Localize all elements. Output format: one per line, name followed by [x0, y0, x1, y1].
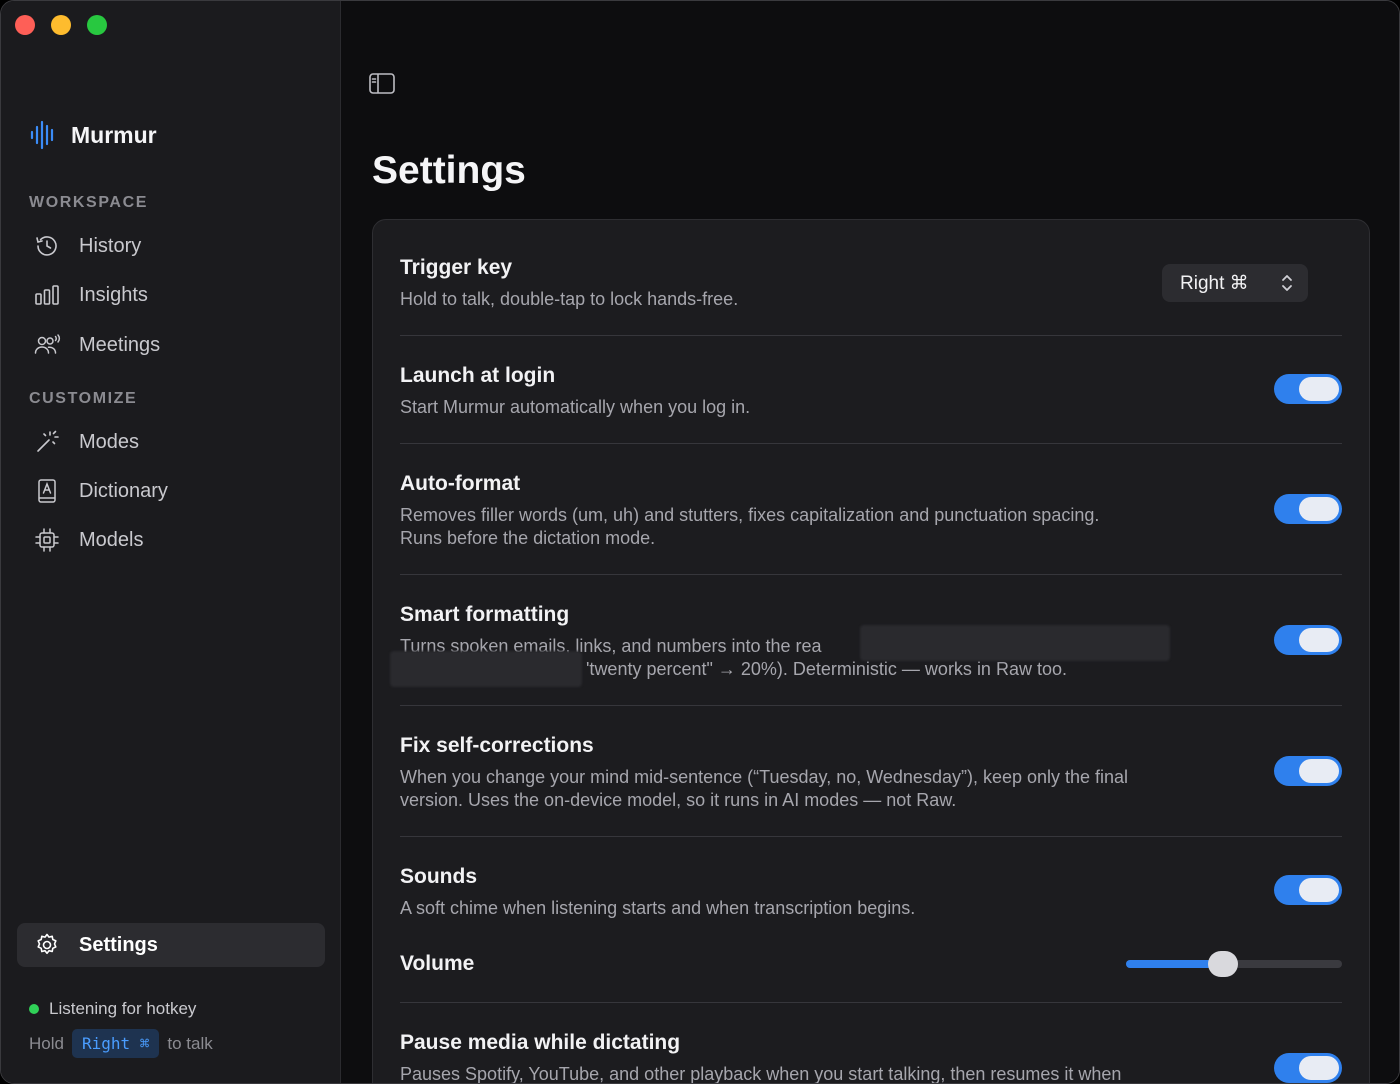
sidebar-item-settings[interactable]: Settings	[17, 923, 325, 967]
divider	[400, 443, 1342, 444]
description-line: Runs before the dictation mode.	[400, 528, 656, 548]
sidebar-item-modes[interactable]: Modes	[17, 420, 325, 464]
setting-fix-self-corrections: Fix self-corrections When you change you…	[400, 734, 1342, 812]
window-controls	[15, 15, 107, 35]
magic-wand-icon	[37, 430, 59, 452]
description-line: When you change your mind mid-sentence (…	[400, 767, 1129, 787]
sidebar-item-label: History	[79, 234, 142, 257]
section-label-customize: CUSTOMIZE	[29, 390, 138, 407]
divider	[400, 836, 1342, 837]
auto-format-toggle[interactable]	[1274, 494, 1342, 524]
divider	[400, 705, 1342, 706]
app-name: Murmur	[71, 121, 157, 148]
sidebar-item-label: Models	[79, 528, 144, 551]
launch-at-login-toggle[interactable]	[1274, 374, 1342, 404]
setting-title: Pause media while dictating	[400, 1031, 681, 1054]
book-icon	[38, 479, 56, 503]
app-window: Murmur WORKSPACE History Insights Meetin…	[0, 0, 1400, 1084]
section-label-workspace: WORKSPACE	[29, 194, 148, 211]
description-line: Removes filler words (um, uh) and stutte…	[400, 505, 1100, 525]
hotkey-hint: Hold Right ⌘ to talk	[29, 1029, 213, 1058]
divider	[400, 1002, 1342, 1003]
sidebar-item-label: Insights	[79, 283, 148, 306]
setting-description: Start Murmur automatically when you log …	[400, 397, 751, 417]
gear-icon	[37, 933, 57, 955]
redacted-region	[390, 651, 582, 687]
setting-sounds: Sounds A soft chime when listening start…	[400, 865, 1342, 920]
app-brand: Murmur	[29, 119, 157, 151]
setting-volume: Volume	[400, 951, 1342, 977]
hint-prefix: Hold	[29, 1033, 64, 1053]
sidebar: Murmur WORKSPACE History Insights Meetin…	[1, 1, 341, 1083]
chevron-updown-icon	[1282, 275, 1292, 291]
setting-smart-formatting: Smart formatting Turns spoken emails, li…	[390, 603, 1342, 687]
setting-description: Removes filler words (um, uh) and stutte…	[400, 504, 1342, 550]
smart-formatting-toggle[interactable]	[1274, 625, 1342, 655]
volume-slider[interactable]	[1126, 951, 1342, 977]
setting-title: Fix self-corrections	[400, 734, 594, 757]
setting-title: Auto-format	[400, 472, 521, 495]
sidebar-toggle-icon[interactable]	[368, 71, 396, 97]
sidebar-item-label: Dictionary	[79, 479, 168, 502]
main-content: Settings Trigger key Hold to talk, doubl…	[342, 1, 1399, 1083]
slider-thumb[interactable]	[1208, 951, 1239, 977]
waveform-icon	[30, 120, 54, 150]
setting-pause-media: Pause media while dictating Pauses Spoti…	[400, 1031, 1342, 1084]
sidebar-item-insights[interactable]: Insights	[17, 273, 325, 317]
sidebar-item-models[interactable]: Models	[17, 518, 325, 562]
setting-description: A soft chime when listening starts and w…	[400, 898, 916, 918]
setting-description: When you change your mind mid-sentence (…	[400, 766, 1342, 812]
sidebar-item-label: Settings	[79, 933, 158, 956]
setting-title: Smart formatting	[400, 603, 570, 626]
setting-auto-format: Auto-format Removes filler words (um, uh…	[400, 472, 1342, 550]
history-icon	[36, 236, 57, 256]
status-text: Listening for hotkey	[49, 999, 197, 1018]
page-title: Settings	[372, 149, 526, 192]
divider	[400, 574, 1342, 575]
sidebar-item-label: Meetings	[79, 333, 161, 356]
hotkey-badge: Right ⌘	[71, 1029, 160, 1058]
hotkey-status: Listening for hotkey	[29, 999, 196, 1019]
redacted-region	[860, 625, 1170, 661]
close-window-button[interactable]	[15, 15, 35, 35]
setting-launch-at-login: Launch at login Start Murmur automatical…	[400, 364, 1342, 419]
sounds-toggle[interactable]	[1274, 875, 1342, 905]
sidebar-item-history[interactable]: History	[17, 224, 325, 268]
settings-card: Trigger key Hold to talk, double-tap to …	[372, 219, 1370, 1084]
status-dot	[29, 1004, 39, 1014]
hint-suffix: to talk	[167, 1033, 213, 1053]
setting-description: Pauses Spotify, YouTube, and other playb…	[400, 1064, 1122, 1084]
sidebar-item-label: Modes	[79, 430, 140, 453]
bar-chart-icon	[35, 285, 59, 305]
setting-title: Sounds	[400, 865, 477, 888]
chip-icon	[35, 528, 59, 552]
pause-media-toggle[interactable]	[1274, 1053, 1342, 1083]
divider	[400, 335, 1342, 336]
select-value: Right ⌘	[1180, 272, 1249, 294]
sidebar-item-meetings[interactable]: Meetings	[17, 323, 325, 367]
trigger-key-select[interactable]: Right ⌘	[1162, 264, 1308, 302]
minimize-window-button[interactable]	[51, 15, 71, 35]
people-icon	[34, 334, 61, 354]
fix-self-corrections-toggle[interactable]	[1274, 756, 1342, 786]
setting-trigger-key: Trigger key Hold to talk, double-tap to …	[400, 256, 1342, 311]
setting-title: Launch at login	[400, 364, 556, 387]
zoom-window-button[interactable]	[87, 15, 107, 35]
sidebar-item-dictionary[interactable]: Dictionary	[17, 469, 325, 513]
description-line: version. Uses the on-device model, so it…	[400, 790, 957, 810]
